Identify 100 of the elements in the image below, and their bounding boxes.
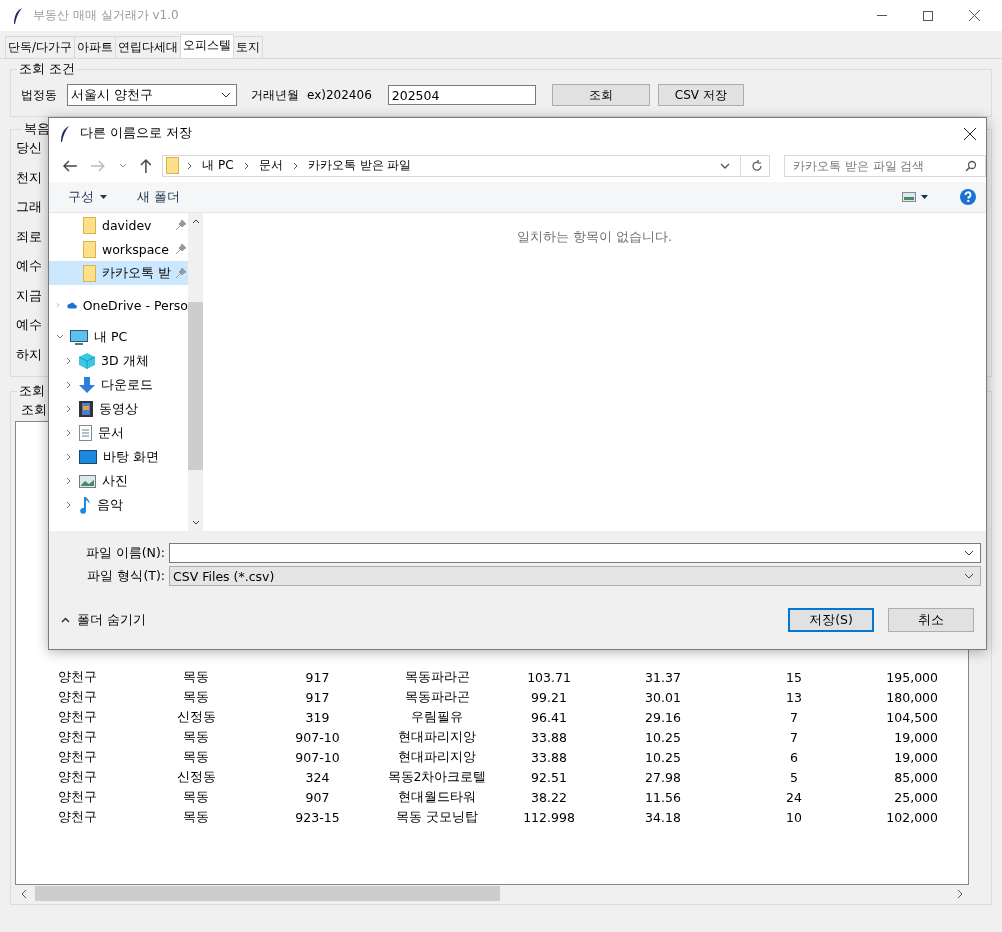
table-cell-text: 현대월드타워 (397, 788, 477, 806)
close-icon[interactable] (964, 127, 976, 140)
computer-icon (70, 329, 88, 345)
table-cell-text: 25,000 (893, 789, 938, 805)
table-cell-text: 92.51 (530, 769, 568, 785)
table-cell-text: 319 (304, 709, 331, 725)
nav-item[interactable]: 사진 (49, 469, 188, 493)
view-icon[interactable] (902, 192, 928, 202)
filename-field[interactable] (169, 543, 981, 563)
chevron-icon[interactable] (65, 405, 73, 413)
dialog-button[interactable]: 저장(S) (788, 608, 874, 632)
vertical-scrollbar[interactable] (188, 213, 203, 531)
table-cell-text: 신정동 (175, 708, 217, 726)
chevron-icon[interactable] (65, 453, 73, 461)
nav-item[interactable]: 음악 (49, 493, 188, 517)
query-button[interactable]: CSV 저장 (657, 84, 744, 106)
table-cell-text: 신정동 (175, 768, 217, 786)
table-cell-text: 27.98 (644, 769, 682, 785)
table-cell-text: 324 (304, 769, 331, 785)
nav-item[interactable]: workspace (49, 237, 188, 261)
music-note-icon (79, 496, 91, 514)
table-cell-text: 907 (304, 789, 331, 805)
month-field[interactable]: 202504 (387, 85, 536, 105)
chevron-icon[interactable] (65, 429, 73, 437)
desktop-icon (79, 450, 97, 464)
table-cell-text: 양천구 (57, 788, 98, 806)
table-cell-text: 917 (304, 669, 331, 685)
feather-icon (12, 6, 24, 25)
nav-item[interactable]: 카카오톡 받 (49, 261, 188, 285)
region-dropdown[interactable]: 서울시 양천구 (67, 84, 237, 106)
nav-item[interactable]: 동영상 (49, 397, 188, 421)
chevron-icon[interactable] (56, 333, 64, 341)
group-title: 조회 (18, 383, 46, 400)
tab[interactable]: 토지 (233, 36, 264, 58)
maximize-icon[interactable] (923, 10, 933, 21)
month-label: 거래년월 (251, 86, 299, 104)
table-cell-text: 10 (785, 809, 803, 825)
search-icon[interactable] (965, 159, 977, 172)
tab[interactable]: 단독/다가구 (5, 36, 76, 58)
chevron-icon[interactable] (65, 381, 73, 389)
table-cell-text: 195,000 (885, 669, 938, 685)
nav-item[interactable]: davidev (49, 213, 188, 237)
filetype-dropdown[interactable]: CSV Files (*.csv) (169, 566, 981, 586)
table-cell-text: 34.18 (644, 809, 682, 825)
close-icon[interactable] (969, 10, 980, 21)
verse-text: 예수 (16, 258, 42, 275)
chevron-icon[interactable] (65, 477, 73, 485)
dialog-title: 다른 이름으로 저장 (80, 125, 192, 142)
table-cell-text: 15 (785, 669, 803, 685)
group-title: 조회 조건 (18, 61, 76, 78)
tab[interactable]: 오피스텔 (180, 34, 235, 58)
table-cell-text: 96.41 (530, 709, 568, 725)
folder-icon (83, 216, 96, 234)
table-cell-text: 103.71 (526, 669, 572, 685)
table-cell-text: 목동 (182, 808, 210, 826)
feather-icon (59, 124, 71, 143)
nav-item[interactable]: 내 PC (49, 325, 188, 349)
nav-item[interactable]: OneDrive - Perso (49, 293, 188, 317)
table-cell-text: 양천구 (57, 688, 98, 706)
table-cell-text: 목동 (182, 688, 210, 706)
help-icon[interactable] (960, 189, 976, 205)
verse-text: 당신 (16, 140, 42, 157)
query-button[interactable]: 조회 (551, 84, 650, 106)
table-cell-text: 10.25 (644, 729, 682, 745)
table-cell-text: 현대파리지앙 (397, 728, 477, 746)
nav-item[interactable]: 3D 개체 (49, 349, 188, 373)
back-icon[interactable] (63, 159, 77, 172)
dialog-button[interactable]: 취소 (888, 608, 974, 632)
verse-text: 하지 (16, 346, 42, 364)
new-folder-button[interactable]: 새 폴더 (134, 186, 183, 208)
nav-item[interactable]: 다운로드 (49, 373, 188, 397)
verse-text: 죄로 (16, 228, 42, 246)
chevron-down-icon[interactable] (118, 163, 127, 168)
table-cell-text: 30.01 (644, 689, 682, 705)
table-cell-text: 목동2차아크로텔 (386, 768, 488, 786)
table-cell-text: 104,500 (885, 709, 938, 725)
nav-item[interactable]: 문서 (49, 421, 188, 445)
table-cell-text: 우림필유 (410, 708, 464, 726)
caret-icon (221, 92, 231, 98)
picture-icon (79, 474, 96, 488)
nav-item[interactable]: 바탕 화면 (49, 445, 188, 469)
table-cell-text: 5 (789, 769, 799, 785)
filetype-label: 파일 형식(T): (86, 567, 166, 585)
hide-folders-button[interactable]: 폴더 숨기기 (59, 609, 148, 631)
address-bar[interactable]: 내 PC 문서 카카오톡 받은 파일 (162, 154, 770, 177)
table-cell-text: 양천구 (57, 808, 98, 826)
download-icon (79, 377, 95, 393)
table-cell-text: 양천구 (57, 768, 98, 786)
table-cell-text: 7 (789, 709, 799, 725)
search-field[interactable]: 카카오톡 받은 파일 검색 (784, 154, 986, 177)
table-cell-text: 목동 (182, 788, 210, 806)
chevron-icon[interactable] (65, 501, 73, 509)
verse-text: 천지 (16, 169, 42, 187)
chevron-icon[interactable] (65, 357, 73, 365)
cube-icon (79, 353, 95, 369)
table-cell-text: 양천구 (57, 708, 98, 726)
organize-menu[interactable]: 구성 (65, 186, 110, 208)
up-icon[interactable] (140, 158, 153, 173)
table-cell-text: 현대파리지앙 (397, 748, 477, 766)
verse-text: 예수 (16, 317, 42, 334)
